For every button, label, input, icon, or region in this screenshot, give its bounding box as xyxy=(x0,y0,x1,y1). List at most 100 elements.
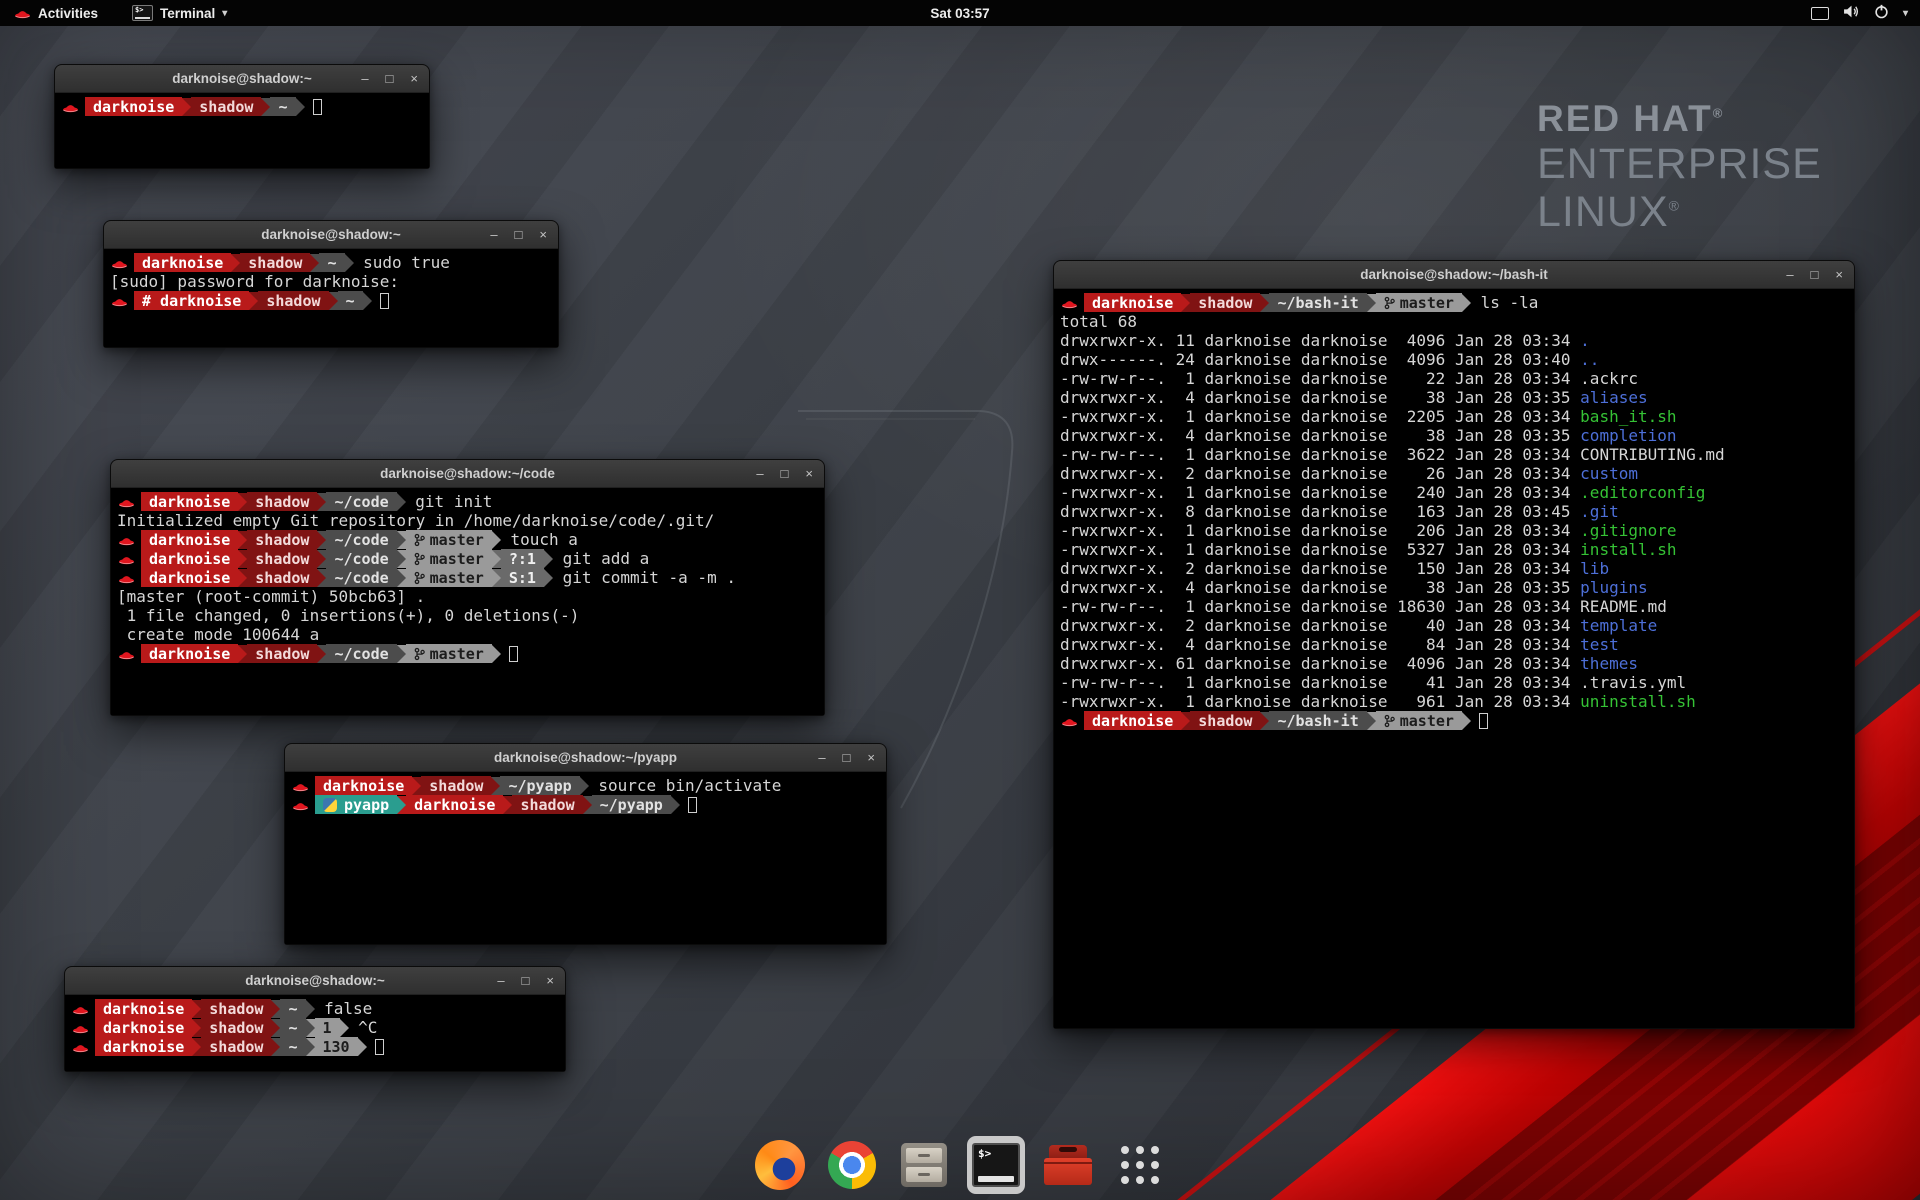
prompt-segment-host: shadow xyxy=(247,568,317,587)
terminal-window[interactable]: darknoise@shadow:~ –□× darknoiseshadow~ … xyxy=(103,220,559,348)
prompt-segment-host: shadow xyxy=(247,549,317,568)
terminal-line: -rw-rw-r--. 1 darknoise darknoise 18630 … xyxy=(1060,597,1848,616)
terminal-line: darknoiseshadow~/codemasterS:1 git commi… xyxy=(117,568,818,587)
prompt-segment-path: ~/code xyxy=(326,492,396,511)
file-name: .travis.yml xyxy=(1580,673,1686,692)
file-meta: drwxrwxr-x. 4 darknoise darknoise 38 Jan… xyxy=(1060,426,1580,445)
powerline-separator-icon xyxy=(580,777,589,795)
terminal-window[interactable]: darknoise@shadow:~ –□× darknoiseshadow~ … xyxy=(64,966,566,1072)
prompt-segment-path: ~ xyxy=(338,291,363,310)
terminal-window[interactable]: darknoise@shadow:~/bash-it –□× darknoise… xyxy=(1053,260,1855,1029)
prompt-segment-host: shadow xyxy=(201,1018,271,1037)
prompt-segment-user: darknoise xyxy=(1084,711,1181,730)
power-icon[interactable] xyxy=(1874,4,1889,22)
minimize-button[interactable]: – xyxy=(490,228,497,241)
terminal-body[interactable]: darknoiseshadow~/code git initInitialize… xyxy=(111,488,824,715)
terminal-window[interactable]: darknoise@shadow:~/code –□× darknoisesha… xyxy=(110,459,825,716)
prompt-segment-host: shadow xyxy=(240,253,310,272)
file-name: bash_it.sh xyxy=(1580,407,1676,426)
terminal-logo-glyph: $> xyxy=(978,1147,991,1160)
prompt-segment-path: ~/bash-it xyxy=(1269,711,1366,730)
powerline-separator-icon xyxy=(492,550,501,568)
close-button[interactable]: × xyxy=(867,751,875,764)
chrome-icon[interactable] xyxy=(823,1136,881,1194)
maximize-button[interactable]: □ xyxy=(781,467,789,480)
terminal-body[interactable]: darknoiseshadow~/pyapp source bin/activa… xyxy=(285,772,886,944)
prompt-segment-host: shadow xyxy=(1190,293,1260,312)
prompt-segment-user: darknoise xyxy=(95,999,192,1018)
activities-button[interactable]: Activities xyxy=(10,0,102,26)
powerline-separator-icon xyxy=(671,796,680,814)
powerline-separator-icon xyxy=(271,1000,280,1018)
powerline-separator-icon xyxy=(492,569,501,587)
app-menu[interactable]: $> Terminal ▾ xyxy=(128,0,231,26)
show-applications-icon[interactable] xyxy=(1111,1136,1169,1194)
firefox-icon[interactable] xyxy=(751,1136,809,1194)
toolbox-icon[interactable] xyxy=(1039,1136,1097,1194)
terminal-body[interactable]: darknoiseshadow~ falsedarknoiseshadow~1 … xyxy=(65,995,565,1071)
terminal-window[interactable]: darknoise@shadow:~/pyapp –□× darknoisesh… xyxy=(284,743,887,945)
command-text: false xyxy=(315,999,373,1018)
close-button[interactable]: × xyxy=(546,974,554,987)
clock[interactable]: Sat 03:57 xyxy=(930,6,989,21)
output-text: create mode 100644 a xyxy=(117,625,319,644)
maximize-button[interactable]: □ xyxy=(515,228,523,241)
command-text: ls -la xyxy=(1471,293,1538,312)
terminal-body[interactable]: darknoiseshadow~/bash-itmaster ls -latot… xyxy=(1054,289,1854,1028)
window-titlebar[interactable]: darknoise@shadow:~ –□× xyxy=(65,967,565,995)
terminal-line: -rw-rw-r--. 1 darknoise darknoise 22 Jan… xyxy=(1060,369,1848,388)
minimize-button[interactable]: – xyxy=(497,974,504,987)
prompt-segment-path: ~/pyapp xyxy=(500,776,579,795)
file-meta: -rwxrwxr-x. 1 darknoise darknoise 5327 J… xyxy=(1060,540,1580,559)
window-titlebar[interactable]: darknoise@shadow:~/pyapp –□× xyxy=(285,744,886,772)
terminal-line: darknoiseshadow~/codemaster touch a xyxy=(117,530,818,549)
files-icon[interactable] xyxy=(895,1136,953,1194)
minimize-button[interactable]: – xyxy=(1786,268,1793,281)
brand-redhat: RED HAT® xyxy=(1537,100,1822,139)
window-titlebar[interactable]: darknoise@shadow:~/bash-it –□× xyxy=(1054,261,1854,289)
minimize-button[interactable]: – xyxy=(756,467,763,480)
terminal-line: drwxrwxr-x. 8 darknoise darknoise 163 Ja… xyxy=(1060,502,1848,521)
display-icon[interactable] xyxy=(1811,7,1829,20)
minimize-button[interactable]: – xyxy=(361,72,368,85)
terminal-dock-icon[interactable]: $> xyxy=(967,1136,1025,1194)
powerline-separator-icon xyxy=(363,292,372,310)
chevron-down-icon[interactable]: ▾ xyxy=(1903,8,1908,19)
prompt-segment-path: ~/pyapp xyxy=(592,795,671,814)
maximize-button[interactable]: □ xyxy=(522,974,530,987)
redhat-prompt-icon xyxy=(1061,714,1078,728)
prompt-segment-user: darknoise xyxy=(141,492,238,511)
file-name: template xyxy=(1580,616,1657,635)
terminal-line: darknoiseshadow~ xyxy=(61,97,423,116)
close-button[interactable]: × xyxy=(539,228,547,241)
terminal-body[interactable]: darknoiseshadow~ sudo true[sudo] passwor… xyxy=(104,249,558,347)
terminal-line: -rwxrwxr-x. 1 darknoise darknoise 240 Ja… xyxy=(1060,483,1848,502)
window-titlebar[interactable]: darknoise@shadow:~ –□× xyxy=(55,65,429,93)
prompt-segment-path: ~ xyxy=(319,253,344,272)
maximize-button[interactable]: □ xyxy=(386,72,394,85)
prompt-segment-path: ~/code xyxy=(326,568,396,587)
powerline-separator-icon xyxy=(182,98,191,116)
window-titlebar[interactable]: darknoise@shadow:~ –□× xyxy=(104,221,558,249)
terminal-window[interactable]: darknoise@shadow:~ –□× darknoiseshadow~ xyxy=(54,64,430,169)
close-button[interactable]: × xyxy=(805,467,813,480)
terminal-line: darknoiseshadow~/code git init xyxy=(117,492,818,511)
close-button[interactable]: × xyxy=(410,72,418,85)
toolbox-lid xyxy=(1049,1145,1087,1158)
close-button[interactable]: × xyxy=(1835,268,1843,281)
terminal-cursor xyxy=(375,1039,384,1055)
volume-icon[interactable] xyxy=(1843,4,1860,22)
terminal-body[interactable]: darknoiseshadow~ xyxy=(55,93,429,168)
window-titlebar[interactable]: darknoise@shadow:~/code –□× xyxy=(111,460,824,488)
maximize-button[interactable]: □ xyxy=(1811,268,1819,281)
powerline-separator-icon xyxy=(271,1019,280,1037)
redhat-prompt-icon xyxy=(118,571,135,585)
maximize-button[interactable]: □ xyxy=(843,751,851,764)
app-menu-label: Terminal xyxy=(160,6,215,21)
minimize-button[interactable]: – xyxy=(818,751,825,764)
toolbox-logo xyxy=(1044,1145,1092,1185)
prompt-segment-host: shadow xyxy=(258,291,328,310)
python-icon xyxy=(323,798,337,812)
file-name: test xyxy=(1580,635,1619,654)
terminal-line: drwxrwxr-x. 4 darknoise darknoise 84 Jan… xyxy=(1060,635,1848,654)
